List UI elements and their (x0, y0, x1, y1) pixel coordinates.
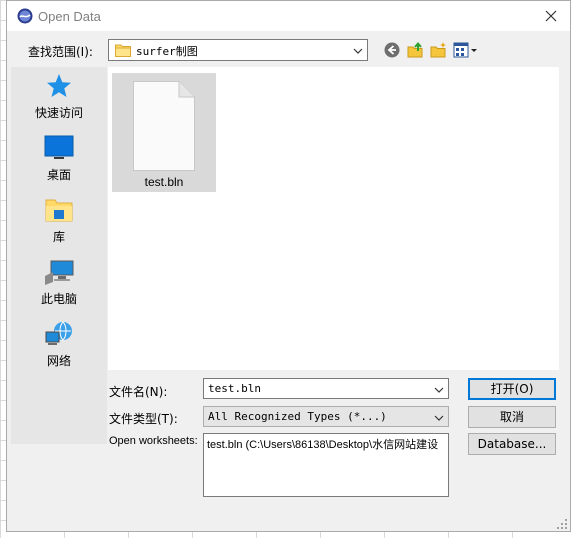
cancel-button[interactable]: 取消 (468, 406, 556, 428)
place-label: 网络 (46, 354, 71, 368)
chevron-down-icon[interactable] (434, 384, 444, 394)
quick-access-star-icon (47, 74, 71, 97)
this-pc-icon (45, 260, 74, 285)
open-data-dialog: Open Data 查找范围(I): surfer制图 快速访问 桌面 库 此电… (6, 0, 571, 532)
place-library[interactable]: 库 (11, 196, 107, 254)
place-this-pc[interactable]: 此电脑 (11, 258, 107, 316)
close-button[interactable] (540, 5, 562, 27)
new-folder-icon[interactable] (430, 41, 448, 59)
window-title: Open Data (38, 9, 101, 24)
filename-value: test.bln (208, 382, 261, 395)
place-label: 快速访问 (34, 106, 83, 120)
file-item[interactable]: test.bln (112, 73, 216, 192)
chevron-down-icon (434, 412, 444, 422)
filename-label: 文件名(N): (109, 385, 168, 399)
library-icon (45, 199, 73, 222)
network-icon (45, 321, 72, 345)
filetype-select[interactable]: All Recognized Types (*...) (203, 406, 449, 427)
filetype-label: 文件类型(T): (109, 412, 178, 426)
resize-grip-icon[interactable] (557, 518, 567, 529)
place-label: 此电脑 (40, 292, 77, 306)
place-network[interactable]: 网络 (11, 320, 107, 378)
folder-icon (115, 43, 131, 57)
place-label: 库 (52, 230, 65, 244)
places-bar: 快速访问 桌面 库 此电脑 网络 (11, 67, 107, 444)
place-quick-access[interactable]: 快速访问 (11, 72, 107, 130)
desktop-icon (44, 135, 74, 159)
chevron-down-icon (353, 45, 363, 55)
up-folder-icon[interactable] (407, 41, 425, 59)
view-menu-icon[interactable] (453, 41, 479, 59)
place-desktop[interactable]: 桌面 (11, 134, 107, 192)
close-icon (545, 10, 557, 22)
place-label: 桌面 (46, 168, 71, 182)
worksheets-label: Open worksheets: (109, 435, 198, 447)
worksheet-entry[interactable]: test.bln (C:\Users\86138\Desktop\水信网站建设 (207, 436, 438, 452)
look-in-combo[interactable]: surfer制图 (108, 39, 368, 61)
open-worksheets-list[interactable]: test.bln (C:\Users\86138\Desktop\水信网站建设 (203, 433, 449, 497)
file-list[interactable]: test.bln (108, 67, 559, 370)
look-in-value: surfer制图 (136, 45, 198, 58)
open-button[interactable]: 打开(O) (468, 378, 556, 400)
database-button[interactable]: Database... (468, 433, 556, 455)
file-name: test.bln (144, 175, 184, 189)
back-arrow-icon[interactable] (383, 41, 401, 59)
surfer-app-icon (17, 8, 33, 24)
filetype-value: All Recognized Types (*...) (208, 410, 387, 423)
filename-combo[interactable]: test.bln (203, 378, 449, 399)
title-bar[interactable]: Open Data (7, 1, 570, 31)
blank-document-icon (133, 81, 195, 174)
look-in-label: 查找范围(I): (28, 45, 93, 59)
